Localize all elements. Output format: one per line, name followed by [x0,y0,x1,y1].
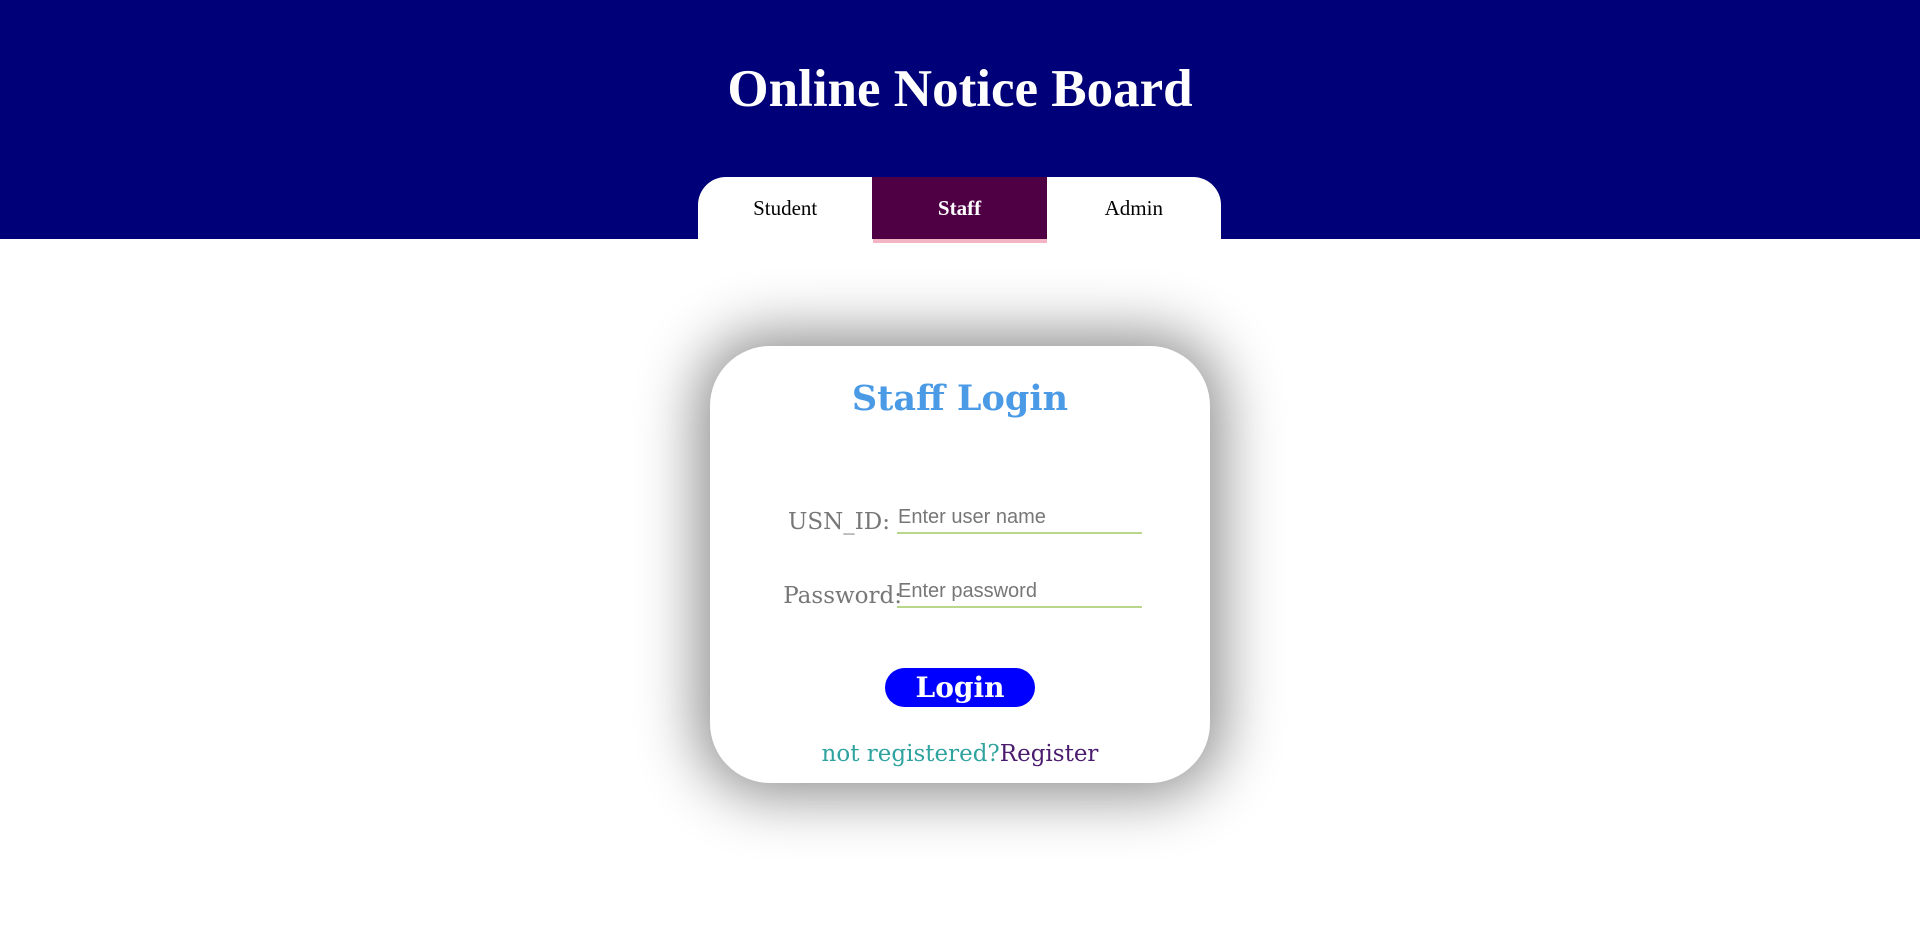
password-label: Password: [783,583,902,609]
usn-label: USN_ID: [787,509,890,535]
login-title: Staff Login [851,378,1069,419]
staff-login-form: Staff Login USN_ID: Password: Login not … [710,346,1210,783]
site-title: Online Notice Board [727,60,1193,118]
register-prompt: not registered?Register [710,739,1210,769]
not-registered-text: not registered? [821,741,1000,767]
tab-student[interactable]: Student [698,177,872,239]
login-button[interactable]: Login [885,668,1035,707]
active-tab-indicator [873,239,1047,243]
tab-admin[interactable]: Admin [1047,177,1221,239]
role-tabs: Student Staff Admin [698,177,1221,239]
password-input[interactable] [897,576,1142,608]
register-link[interactable]: Register [1000,741,1099,767]
usn-input[interactable] [897,502,1142,534]
tab-staff[interactable]: Staff [872,177,1047,239]
